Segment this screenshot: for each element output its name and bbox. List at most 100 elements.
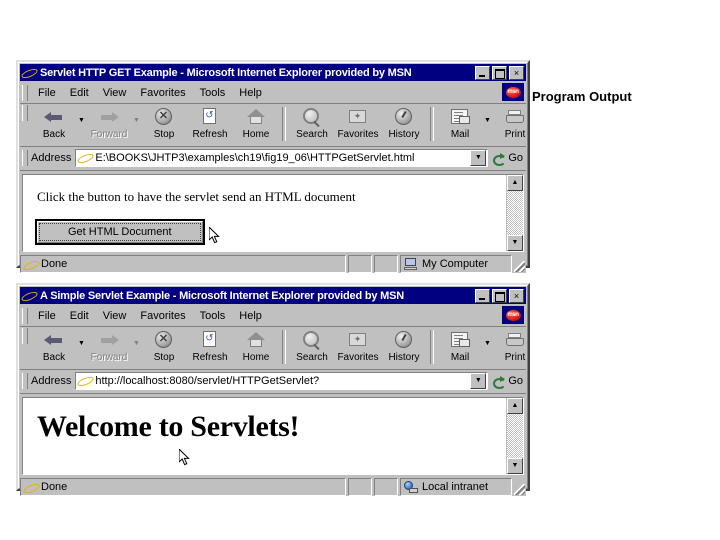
menu-grip[interactable] [22, 84, 28, 101]
toolbar-grip[interactable] [22, 328, 28, 344]
address-grip[interactable] [22, 373, 28, 389]
msn-logo-icon[interactable]: msn [502, 306, 524, 324]
menu-bar[interactable]: File Edit View Favorites Tools Help msn [20, 82, 526, 104]
forward-dropdown-icon[interactable]: ▼ [132, 117, 141, 124]
toolbar-button-search[interactable]: Search [289, 105, 335, 140]
toolbar-button-mail[interactable]: Mail [437, 105, 483, 140]
scroll-down-button[interactable]: ▼ [507, 235, 523, 251]
address-dropdown-icon[interactable]: ▼ [470, 150, 487, 166]
toolbar-button-history[interactable]: History [381, 105, 427, 140]
toolbar-button-back[interactable]: Back [31, 105, 77, 140]
browser-window-a-simple-servlet-example[interactable]: A Simple Servlet Example - Microsoft Int… [16, 283, 530, 496]
toolbar-button-stop[interactable]: ✕ Stop [141, 328, 187, 363]
minimize-button[interactable] [475, 65, 490, 80]
menu-grip[interactable] [22, 307, 28, 324]
get-html-document-button[interactable]: Get HTML Document [35, 219, 205, 245]
scroll-down-button[interactable]: ▼ [507, 458, 523, 474]
toolbar-button-print[interactable]: Print [492, 105, 538, 140]
local-intranet-icon [404, 481, 418, 493]
page-canvas[interactable]: Welcome to Servlets! [23, 398, 506, 474]
minimize-button[interactable] [475, 288, 490, 303]
vertical-scrollbar[interactable]: ▲ ▼ [506, 398, 523, 474]
toolbar[interactable]: Back ▼ Forward ▼ ✕ Stop ↺ Refresh Home S… [20, 104, 526, 147]
menu-bar[interactable]: File Edit View Favorites Tools Help msn [20, 305, 526, 327]
menu-item-view[interactable]: View [96, 308, 134, 324]
menu-item-edit[interactable]: Edit [63, 85, 96, 101]
toolbar-button-mail[interactable]: Mail [437, 328, 483, 363]
resize-grip[interactable] [512, 255, 526, 273]
maximize-button[interactable] [492, 65, 507, 80]
toolbar-button-home[interactable]: Home [233, 105, 279, 140]
scroll-up-button[interactable]: ▲ [507, 175, 523, 191]
go-button[interactable]: Go [488, 375, 526, 389]
mail-icon [449, 330, 471, 351]
close-button[interactable]: × [509, 65, 524, 80]
back-arrow-icon [43, 107, 65, 128]
page-canvas[interactable]: Click the button to have the servlet sen… [23, 175, 506, 251]
toolbar-button-refresh[interactable]: ↺ Refresh [187, 105, 233, 140]
msn-logo-icon[interactable]: msn [502, 83, 524, 101]
go-button[interactable]: Go [488, 152, 526, 166]
menu-item-file[interactable]: File [31, 308, 63, 324]
ie-logo-icon [22, 66, 36, 80]
menu-item-edit[interactable]: Edit [63, 308, 96, 324]
address-dropdown-icon[interactable]: ▼ [470, 373, 487, 389]
toolbar-button-refresh[interactable]: ↺ Refresh [187, 328, 233, 363]
address-input[interactable]: http://localhost:8080/servlet/HTTPGetSer… [75, 372, 489, 390]
mail-dropdown-icon[interactable]: ▼ [483, 340, 492, 347]
menu-item-favorites[interactable]: Favorites [133, 308, 192, 324]
browser-window-servlet-http-get-example[interactable]: Servlet HTTP GET Example - Microsoft Int… [16, 60, 530, 273]
menu-item-tools[interactable]: Tools [193, 85, 233, 101]
back-dropdown-icon[interactable]: ▼ [77, 340, 86, 347]
toolbar-separator [430, 330, 434, 364]
menu-item-file[interactable]: File [31, 85, 63, 101]
menu-item-tools[interactable]: Tools [193, 308, 233, 324]
resize-grip[interactable] [512, 478, 526, 496]
close-button[interactable]: × [509, 288, 524, 303]
menu-item-help[interactable]: Help [232, 308, 269, 324]
address-grip[interactable] [22, 150, 28, 166]
address-bar[interactable]: Address E:\BOOKS\JHTP3\examples\ch19\fig… [20, 147, 526, 171]
menu-item-favorites[interactable]: Favorites [133, 85, 192, 101]
toolbar-grip[interactable] [22, 105, 28, 121]
back-arrow-icon [43, 330, 65, 351]
titlebar-buttons: × [475, 65, 524, 80]
titlebar[interactable]: Servlet HTTP GET Example - Microsoft Int… [20, 64, 526, 81]
toolbar-separator [282, 330, 286, 364]
forward-dropdown-icon[interactable]: ▼ [132, 340, 141, 347]
mail-dropdown-icon[interactable]: ▼ [483, 117, 492, 124]
status-zone-pane: My Computer [400, 255, 512, 273]
toolbar-button-print[interactable]: Print [492, 328, 538, 363]
window-title: Servlet HTTP GET Example - Microsoft Int… [40, 66, 412, 79]
toolbar[interactable]: Back ▼ Forward ▼ ✕ Stop ↺ Refresh Home S… [20, 327, 526, 370]
toolbar-button-home[interactable]: Home [233, 328, 279, 363]
mail-icon [449, 107, 471, 128]
toolbar-button-search[interactable]: Search [289, 328, 335, 363]
favorites-icon: ✦ [347, 107, 369, 128]
scroll-track[interactable] [507, 191, 523, 235]
maximize-button[interactable] [492, 288, 507, 303]
forward-arrow-icon [98, 107, 120, 128]
menu-item-help[interactable]: Help [232, 85, 269, 101]
vertical-scrollbar[interactable]: ▲ ▼ [506, 175, 523, 251]
toolbar-button-favorites[interactable]: ✦ Favorites [335, 105, 381, 140]
status-message: Done [41, 258, 68, 270]
address-input[interactable]: E:\BOOKS\JHTP3\examples\ch19\fig19_06\HT… [75, 149, 489, 167]
scroll-track[interactable] [507, 414, 523, 458]
menu-item-view[interactable]: View [96, 85, 134, 101]
toolbar-button-favorites[interactable]: ✦ Favorites [335, 328, 381, 363]
status-zone-label: My Computer [422, 258, 489, 270]
address-bar[interactable]: Address http://localhost:8080/servlet/HT… [20, 370, 526, 394]
toolbar-button-forward[interactable]: Forward [86, 105, 132, 140]
toolbar-button-history[interactable]: History [381, 328, 427, 363]
scroll-up-button[interactable]: ▲ [507, 398, 523, 414]
toolbar-button-back[interactable]: Back [31, 328, 77, 363]
titlebar[interactable]: A Simple Servlet Example - Microsoft Int… [20, 287, 526, 304]
back-dropdown-icon[interactable]: ▼ [77, 117, 86, 124]
toolbar-button-forward[interactable]: Forward [86, 328, 132, 363]
button-face: Get HTML Document [37, 221, 203, 243]
status-zone-pane: Local intranet [400, 478, 512, 496]
address-value: http://localhost:8080/servlet/HTTPGetSer… [95, 375, 320, 387]
toolbar-button-stop[interactable]: ✕ Stop [141, 105, 187, 140]
search-icon [301, 330, 323, 351]
